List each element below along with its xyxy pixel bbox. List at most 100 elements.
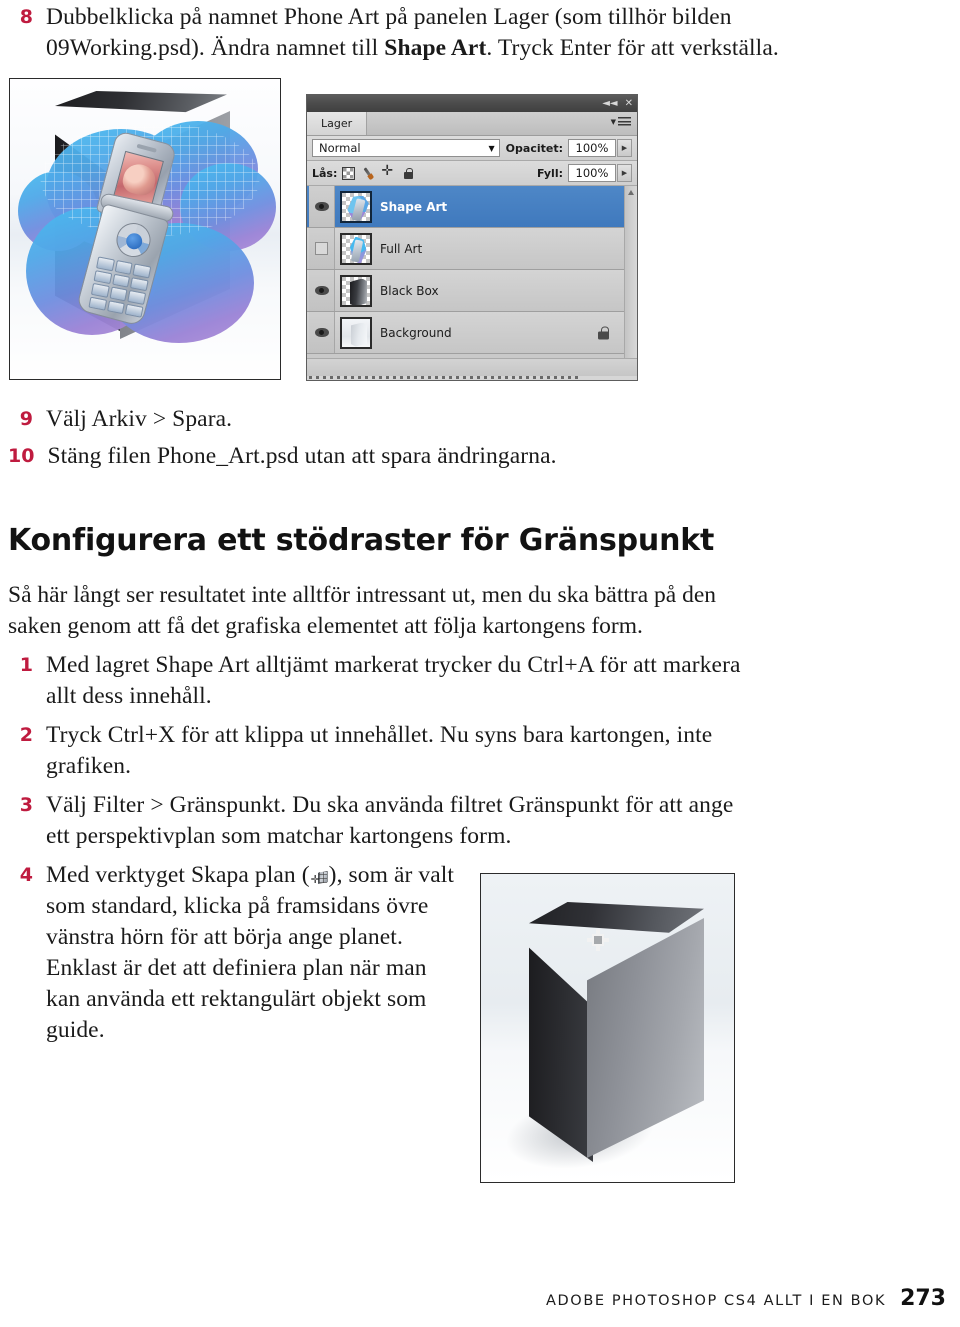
blend-mode-value: Normal (319, 141, 361, 155)
phone-key (88, 296, 107, 311)
step-text: Välj Filter > Gränspunkt. Du ska använda… (46, 792, 734, 849)
tab-label: Lager (321, 117, 353, 130)
step-text: Stäng filen Phone_Art.psd utan att spara… (47, 443, 557, 469)
lock-label: Lås: (312, 166, 338, 180)
footer-title: ADOBE PHOTOSHOP CS4 ALLT I EN BOK (546, 1293, 887, 1309)
phone-key (114, 259, 133, 275)
phone-key (93, 269, 113, 285)
section-heading: Konfigurera ett stödraster för Gränspunk… (8, 523, 715, 558)
chevron-down-icon: ▼ (488, 143, 495, 153)
phone-keypad (88, 256, 152, 318)
black-box-illustration (500, 902, 704, 1179)
layer-visibility-toggle[interactable] (309, 312, 335, 353)
tab-lager[interactable]: Lager (307, 112, 368, 135)
layer-row-shape-art[interactable]: Shape Art (307, 186, 637, 228)
lock-position-icon[interactable] (381, 164, 395, 180)
phone-key (109, 286, 128, 301)
layers-panel-screenshot: ◄◄ ✕ Lager ▼ Normal ▼ Opacitet: 100% ▶ L… (306, 94, 638, 381)
eye-icon (314, 202, 329, 211)
step-text: Tryck Ctrl+X för att klippa ut innehålle… (46, 722, 713, 779)
lock-row: Lås: Fyll: 100% ▶ (307, 161, 637, 186)
fill-label: Fyll: (536, 166, 563, 180)
layer-visibility-toggle[interactable] (309, 228, 335, 269)
step-text-after: . Tryck Enter för att verkställa. (486, 35, 779, 61)
step-item: 9 Välj Arkiv > Spara. (8, 404, 768, 435)
layer-row-background[interactable]: Background (307, 312, 637, 354)
step-item: 1 Med lagret Shape Art alltjämt markerat… (8, 650, 768, 712)
layer-thumbnail (340, 190, 372, 223)
phone-earpiece (136, 143, 157, 153)
layer-name[interactable]: Black Box (380, 284, 439, 298)
phone-key (132, 263, 152, 278)
document-page: 8 Dubbelklicka på namnet Phone Art på pa… (0, 0, 960, 1327)
layer-row-full-art[interactable]: Full Art (307, 228, 637, 270)
create-plane-tool-icon: ✛ (311, 870, 328, 885)
fill-stepper[interactable]: ▶ (617, 164, 632, 182)
phone-artwork-figure (9, 78, 281, 380)
opacity-value: 100% (575, 141, 609, 155)
blend-mode-select[interactable]: Normal ▼ (312, 139, 500, 157)
mid-step-list: 9 Välj Arkiv > Spara. 10 Stäng filen Pho… (8, 404, 768, 478)
layer-thumbnail (340, 232, 372, 265)
layer-name[interactable]: Shape Art (380, 200, 447, 214)
collapse-double-arrow-icon[interactable]: ◄◄ (602, 98, 617, 109)
step-number: 3 (19, 794, 33, 816)
step-number: 8 (19, 6, 33, 28)
panel-titlebar: ◄◄ ✕ (307, 95, 637, 112)
phone-dpad (112, 219, 155, 261)
layer-row-black-box[interactable]: Black Box (307, 270, 637, 312)
step-text: Dubbelklicka på namnet Phone Art på pane… (46, 2, 791, 64)
step-text-after: ), som är valt som standard, klicka på f… (46, 862, 455, 1043)
lock-button-group (342, 164, 415, 182)
phone-key (125, 303, 144, 318)
lock-transparent-pixels-icon[interactable] (342, 166, 356, 180)
top-step-list: 8 Dubbelklicka på namnet Phone Art på pa… (8, 2, 798, 77)
step-text: Med verktyget Skapa plan (✛), som är val… (46, 860, 466, 1046)
step-item: 10 Stäng filen Phone_Art.psd utan att sp… (8, 441, 768, 472)
eye-off-icon (315, 242, 328, 255)
close-icon[interactable]: ✕ (625, 98, 633, 109)
section-intro-paragraph: Så här långt ser resultatet inte alltför… (8, 582, 717, 639)
plus-glyph: ✛ (310, 873, 320, 886)
opacity-input[interactable]: 100% (568, 139, 616, 157)
selection-marching-ants (309, 376, 579, 379)
step-text-bold: Shape Art (384, 35, 487, 61)
layer-thumbnail (340, 274, 372, 307)
step-text: Välj Arkiv > Spara. (46, 406, 233, 432)
fill-value: 100% (575, 166, 609, 180)
layers-scrollbar[interactable] (624, 186, 637, 358)
phone-key (130, 276, 149, 292)
vanishing-point-cursor-icon (587, 929, 609, 951)
layer-thumbnail (340, 316, 372, 349)
step-number: 10 (8, 445, 35, 467)
box-right-face (587, 918, 704, 1158)
step-number: 1 (19, 654, 33, 676)
blend-mode-row: Normal ▼ Opacitet: 100% ▶ (307, 136, 637, 161)
layer-locked-icon (598, 326, 609, 339)
panel-menu-icon[interactable]: ▼ (611, 117, 631, 126)
phone-key (106, 299, 126, 315)
layer-visibility-toggle[interactable] (309, 186, 335, 227)
lock-image-pixels-icon[interactable] (360, 164, 378, 182)
step-item: 8 Dubbelklicka på namnet Phone Art på pa… (8, 2, 798, 64)
step-text-before: Med verktyget Skapa plan ( (46, 862, 310, 888)
eye-icon (314, 328, 329, 337)
layer-visibility-toggle[interactable] (309, 270, 335, 311)
step-number: 9 (19, 408, 33, 430)
phone-key (111, 273, 131, 288)
step-item: 2 Tryck Ctrl+X för att klippa ut innehål… (8, 720, 768, 782)
scroll-up-arrow-icon[interactable] (628, 190, 634, 195)
panel-footer (307, 358, 637, 376)
layer-name[interactable]: Background (380, 326, 452, 340)
layer-name[interactable]: Full Art (380, 242, 422, 256)
panel-tabbar: Lager ▼ (307, 112, 637, 136)
step-text: Med lagret Shape Art alltjämt markerat t… (46, 652, 741, 709)
opacity-stepper[interactable]: ▶ (617, 139, 632, 157)
chevron-down-icon: ▼ (610, 117, 616, 126)
opacity-label: Opacitet: (505, 141, 563, 155)
phone-key (127, 290, 147, 305)
lock-all-icon[interactable] (402, 167, 415, 180)
phone-key (90, 282, 110, 298)
page-footer: ADOBE PHOTOSHOP CS4 ALLT I EN BOK 273 (546, 1286, 946, 1311)
fill-input[interactable]: 100% (568, 164, 616, 182)
